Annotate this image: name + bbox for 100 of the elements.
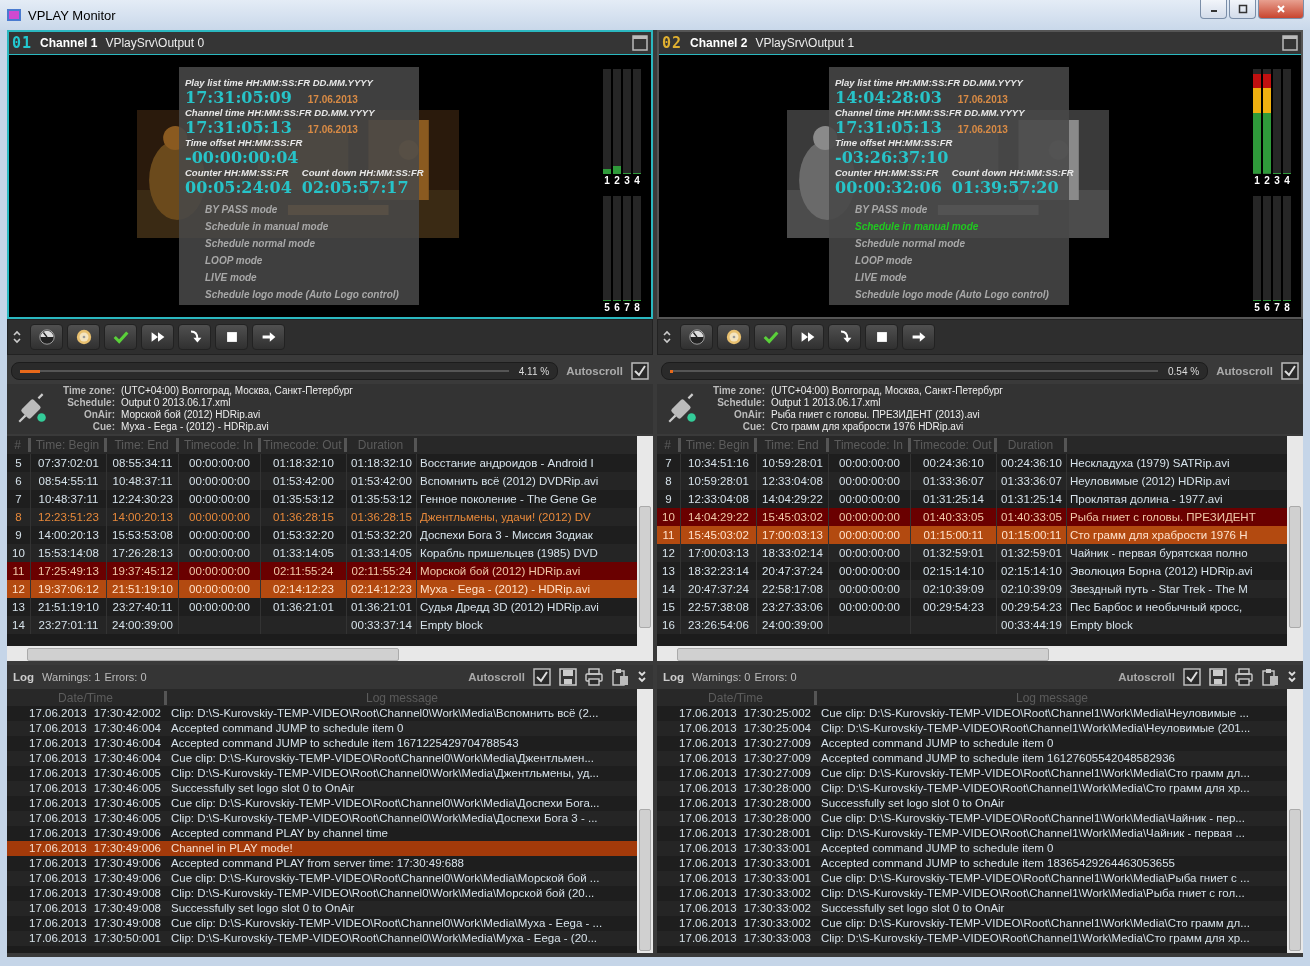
schedule-row[interactable]: 14 20:47:37:24 22:58:17:08 00:00:00:00 02:10:39:09 02:10:39:09 Звездный путь - Star Trek - The M [657, 580, 1287, 598]
schedule-row[interactable]: 14 23:27:01:11 24:00:39:00 00:33:37:14 Empty block [7, 616, 637, 634]
vertical-scrollbar[interactable] [637, 436, 653, 661]
autoscroll-checkbox[interactable] [631, 362, 649, 380]
clip-name: Empty block [419, 618, 484, 633]
log-row[interactable]: 17.06.2013 17:30:33:001 Accepted command JUMP to schedule item 0 [657, 841, 1287, 856]
log-row[interactable]: 17.06.2013 17:30:27:009 Accepted command JUMP to schedule item 16127605542048582936 [657, 751, 1287, 766]
schedule-row[interactable]: 10 14:04:29:22 15:45:03:02 00:00:00:00 01:40:33:05 01:40:33:05 Рыба гниет с головы. ПРЕЗИДЕНТ [657, 508, 1287, 526]
overlay-label: Count down HH:MM:SS:FR [951, 167, 1074, 179]
schedule-row[interactable]: 16 23:26:54:06 24:00:39:00 00:33:44:19 Empty block [657, 616, 1287, 634]
mode-item: Schedule in manual mode [855, 220, 979, 233]
log-row[interactable]: 17.06.2013 17:30:33:001 Cue clip: D:\S-Kurovskiy-TEMP-VIDEO\Root\Channel1\Work\Media\Рыба гниет с ... [657, 871, 1287, 886]
vertical-scrollbar[interactable] [1287, 436, 1303, 661]
horizontal-scrollbar[interactable] [657, 646, 1287, 661]
schedule-row[interactable]: 11 17:25:49:13 19:37:45:12 00:00:00:00 02:11:55:24 02:11:55:24 Морской бой (2012) HDRip.avi [7, 562, 637, 580]
maximize-button[interactable] [1229, 0, 1256, 19]
overlay-label: Counter HH:MM:SS:FR [185, 167, 290, 179]
log-message: Clip: D:\S-Kurovskiy-TEMP-VIDEO\Root\Channel0\Work\Media\Доспехи Бога 3 - ... [170, 811, 599, 826]
jump-button[interactable] [178, 324, 211, 350]
fast-forward-button[interactable] [141, 324, 174, 350]
info-value: (UTC+04:00) Волгоград, Москва, Санкт-Петербург [121, 385, 353, 397]
log-row[interactable]: 17.06.2013 17:30:49:006 Channel in PLAY mode! [7, 841, 637, 856]
log-datetime: 17.06.2013 17:30:46:004 [28, 736, 162, 751]
clip-name: Джентльмены, удачи! (2012) DV [419, 510, 592, 525]
info-label: Time zone: [711, 385, 765, 397]
log-row[interactable]: 17.06.2013 17:30:33:003 Clip: D:\S-Kurovskiy-TEMP-VIDEO\Root\Channel1\Work\Media\Сто грамм для хр... [657, 931, 1287, 946]
schedule-row[interactable]: 12 17:00:03:13 18:33:02:14 00:00:00:00 01:32:59:01 01:32:59:01 Чайник - первая бурятская полно [657, 544, 1287, 562]
save-icon[interactable] [559, 668, 577, 686]
info-label: Time zone: [61, 385, 115, 397]
channel-name: Channel 1 [40, 36, 98, 50]
stop-icon [874, 330, 889, 344]
next-button[interactable] [902, 324, 935, 350]
maximize-icon [1237, 4, 1248, 14]
stop-button[interactable] [865, 324, 898, 350]
fast-forward-button[interactable] [791, 324, 824, 350]
log-message: Cue clip: D:\S-Kurovskiy-TEMP-VIDEO\Root\Channel1\Work\Media\Сто грамм дл... [820, 766, 1251, 781]
clip-name: Муха - Eega - (2012) - HDRip.avi [419, 582, 591, 597]
expand-collapse-icon[interactable] [12, 329, 22, 345]
minimize-button[interactable] [1200, 0, 1227, 19]
window-title: VPLAY Monitor [28, 7, 116, 23]
log-row[interactable]: 17.06.2013 17:30:46:005 Clip: D:\S-Kurovskiy-TEMP-VIDEO\Root\Channel0\Work\Media\Доспехи Бога 3 - ... [7, 811, 637, 826]
jump-button[interactable] [828, 324, 861, 350]
log-message: Cue clip: D:\S-Kurovskiy-TEMP-VIDEO\Root\Channel1\Work\Media\Неуловимые ... [820, 706, 1250, 721]
log-datetime: 17.06.2013 17:30:27:009 [678, 766, 812, 781]
horizontal-scrollbar[interactable] [7, 646, 637, 661]
close-button[interactable] [1258, 0, 1304, 19]
log-message: Accepted command PLAY by channel time [170, 826, 389, 841]
log-row[interactable]: 17.06.2013 17:30:50:001 Clip: D:\S-Kurovskiy-TEMP-VIDEO\Root\Channel0\Work\Media\Муха - Eega - (20... [7, 931, 637, 946]
gauge-button[interactable] [30, 324, 63, 350]
stop-icon [224, 330, 239, 344]
print-icon[interactable] [1235, 668, 1253, 686]
clipboard-icon[interactable] [1261, 668, 1279, 686]
schedule-row[interactable]: 8 12:23:51:23 14:00:20:13 00:00:00:00 01:36:28:15 01:36:28:15 Джентльмены, удачи! (2012) DV [7, 508, 637, 526]
print-icon[interactable] [585, 668, 603, 686]
meter-label: 6 [614, 302, 620, 313]
meter-label: 7 [624, 302, 630, 313]
save-icon[interactable] [1209, 668, 1227, 686]
log-message: Successfully set logo slot 0 to OnAir [820, 901, 1006, 916]
log-datetime: 17.06.2013 17:30:49:006 [28, 826, 162, 841]
check-button[interactable] [104, 324, 137, 350]
check-button[interactable] [754, 324, 787, 350]
maximize-icon[interactable] [1282, 35, 1298, 51]
schedule-row[interactable]: 11 15:45:03:02 17:00:03:13 00:00:00:00 01:15:00:11 01:15:00:11 Сто грамм для храбрости 1976 H [657, 526, 1287, 544]
log-message: Clip: D:\S-Kurovskiy-TEMP-VIDEO\Root\Channel1\Work\Media\Рыба гниет с гол... [820, 886, 1246, 901]
log-row[interactable]: 17.06.2013 17:30:25:004 Clip: D:\S-Kurovskiy-TEMP-VIDEO\Root\Channel1\Work\Media\Неуловимые (201... [657, 721, 1287, 736]
log-datetime: 17.06.2013 17:30:49:006 [28, 871, 162, 886]
schedule-row[interactable]: 12 19:37:06:12 21:51:19:10 00:00:00:00 02:14:12:23 02:14:12:23 Муха - Eega - (2012) - HDRip.avi [7, 580, 637, 598]
stop-button[interactable] [215, 324, 248, 350]
close-icon [1276, 4, 1286, 14]
disc-button[interactable] [717, 324, 750, 350]
vertical-scrollbar[interactable] [637, 689, 653, 953]
log-row[interactable]: 17.06.2013 17:30:49:008 Successfully set logo slot 0 to OnAir [7, 901, 637, 916]
log-row[interactable]: 17.06.2013 17:30:49:006 Cue clip: D:\S-Kurovskiy-TEMP-VIDEO\Root\Channel0\Work\Media\Морской бой ... [7, 871, 637, 886]
autoscroll-checkbox[interactable] [1281, 362, 1299, 380]
autoscroll-checkbox[interactable] [533, 668, 551, 686]
channel-time: 17:31:05:13 [835, 119, 942, 137]
info-value: Output 0 2013.06.17.xml [121, 397, 232, 409]
log-row[interactable]: 17.06.2013 17:30:28:000 Cue clip: D:\S-Kurovskiy-TEMP-VIDEO\Root\Channel1\Work\Media\Чайник - пер... [657, 811, 1287, 826]
info-label: Cue: [741, 421, 765, 433]
schedule-row[interactable]: 8 10:59:28:01 12:33:04:08 00:00:00:00 01:33:36:07 01:33:36:07 Неуловимые (2012) HDRip.avi [657, 472, 1287, 490]
info-label: Schedule: [716, 397, 765, 409]
expand-collapse-icon[interactable] [662, 329, 672, 345]
log-row[interactable]: 17.06.2013 17:30:46:004 Accepted command JUMP to schedule item 0 [7, 721, 637, 736]
log-row[interactable]: 17.06.2013 17:30:46:005 Successfully set logo slot 0 to OnAir [7, 781, 637, 796]
vertical-scrollbar[interactable] [1287, 689, 1303, 953]
maximize-icon[interactable] [632, 35, 648, 51]
gauge-button[interactable] [680, 324, 713, 350]
log-row[interactable]: 17.06.2013 17:30:28:000 Clip: D:\S-Kurovskiy-TEMP-VIDEO\Root\Channel1\Work\Media\Сто грамм для хр... [657, 781, 1287, 796]
log-message: Clip: D:\S-Kurovskiy-TEMP-VIDEO\Root\Channel0\Work\Media\Муха - Eega - (20... [170, 931, 599, 946]
log-row[interactable]: 17.06.2013 17:30:46:004 Cue clip: D:\S-Kurovskiy-TEMP-VIDEO\Root\Channel0\Work\Media\Джентльмен... [7, 751, 637, 766]
schedule-row[interactable]: 6 08:54:55:11 10:48:37:11 00:00:00:00 01:53:42:00 01:53:42:00 Вспомнить всё (2012) DVDRip.avi [7, 472, 637, 490]
next-button[interactable] [252, 324, 285, 350]
disc-button[interactable] [67, 324, 100, 350]
meter-label: 2 [1264, 175, 1270, 186]
collapse-icon[interactable] [1287, 669, 1297, 685]
collapse-icon[interactable] [637, 669, 647, 685]
log-row[interactable]: 17.06.2013 17:30:33:002 Successfully set logo slot 0 to OnAir [657, 901, 1287, 916]
autoscroll-checkbox[interactable] [1183, 668, 1201, 686]
schedule-row[interactable]: 10 15:53:14:08 17:26:28:13 00:00:00:00 01:33:14:05 01:33:14:05 Корабль пришельцев (1985) DVD [7, 544, 637, 562]
clipboard-icon[interactable] [611, 668, 629, 686]
